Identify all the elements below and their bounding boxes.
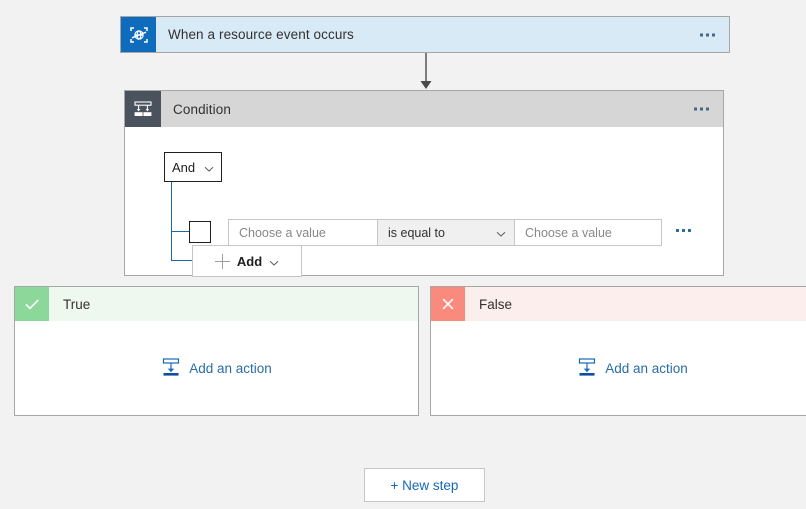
trigger-card[interactable]: When a resource event occurs <box>120 16 730 53</box>
condition-card[interactable]: Condition And Choose a value is equal to… <box>124 90 724 277</box>
chevron-down-icon <box>496 228 506 238</box>
menu-dot <box>712 33 715 36</box>
add-condition-button[interactable]: Add <box>192 245 302 277</box>
branch-false-header: False <box>431 287 806 321</box>
branch-false-title: False <box>479 296 513 312</box>
new-step-label: + New step <box>390 477 459 493</box>
checkmark-icon <box>15 287 49 321</box>
branch-card-true[interactable]: True Add an action <box>14 286 419 416</box>
insert-action-icon <box>577 357 597 380</box>
tree-connector-branch-row <box>171 231 189 232</box>
condition-body: And Choose a value is equal to Choose a … <box>125 127 723 277</box>
chevron-down-icon <box>269 256 279 266</box>
menu-dot <box>706 33 709 36</box>
tree-connector-vertical <box>171 182 172 261</box>
menu-dot <box>676 229 679 232</box>
insert-action-icon <box>161 357 181 380</box>
condition-left-value-input[interactable]: Choose a value <box>228 219 381 246</box>
branch-card-false[interactable]: False Add an action <box>430 286 806 416</box>
connector-arrow <box>419 53 433 90</box>
chevron-down-icon <box>204 162 214 172</box>
menu-dot <box>688 229 691 232</box>
plus-icon <box>214 253 230 269</box>
logic-operator-dropdown[interactable]: And <box>164 152 222 182</box>
condition-branch-icon <box>125 91 161 127</box>
condition-right-value-input[interactable]: Choose a value <box>514 219 662 246</box>
branch-false-body: Add an action <box>431 321 806 415</box>
event-grid-icon <box>121 17 156 52</box>
condition-operator-dropdown[interactable]: is equal to <box>377 219 517 246</box>
branch-true-header: True <box>15 287 418 321</box>
menu-dot <box>694 107 697 111</box>
menu-dot <box>682 229 685 232</box>
add-action-label-true: Add an action <box>189 360 272 376</box>
trigger-menu-button[interactable] <box>696 28 719 41</box>
flow-designer-canvas: When a resource event occurs Condition A… <box>0 0 806 509</box>
condition-row-menu-button[interactable] <box>672 225 695 236</box>
condition-title: Condition <box>173 101 231 117</box>
add-action-label-false: Add an action <box>605 360 688 376</box>
trigger-card-header[interactable]: When a resource event occurs <box>121 17 729 52</box>
add-action-button-true[interactable]: Add an action <box>161 357 272 380</box>
add-action-button-false[interactable]: Add an action <box>577 357 688 380</box>
logic-operator-value: And <box>172 159 196 175</box>
menu-dot <box>700 33 703 36</box>
cross-icon <box>431 287 465 321</box>
condition-operator-value: is equal to <box>388 225 445 240</box>
condition-row-checkbox[interactable] <box>189 221 211 243</box>
new-step-button[interactable]: + New step <box>364 468 485 502</box>
branch-true-title: True <box>63 296 91 312</box>
trigger-title: When a resource event occurs <box>168 27 354 42</box>
branch-true-body: Add an action <box>15 321 418 415</box>
menu-dot <box>700 107 703 111</box>
condition-card-header[interactable]: Condition <box>125 91 723 127</box>
condition-menu-button[interactable] <box>690 103 713 116</box>
menu-dot <box>706 107 709 111</box>
add-condition-label: Add <box>236 253 263 269</box>
